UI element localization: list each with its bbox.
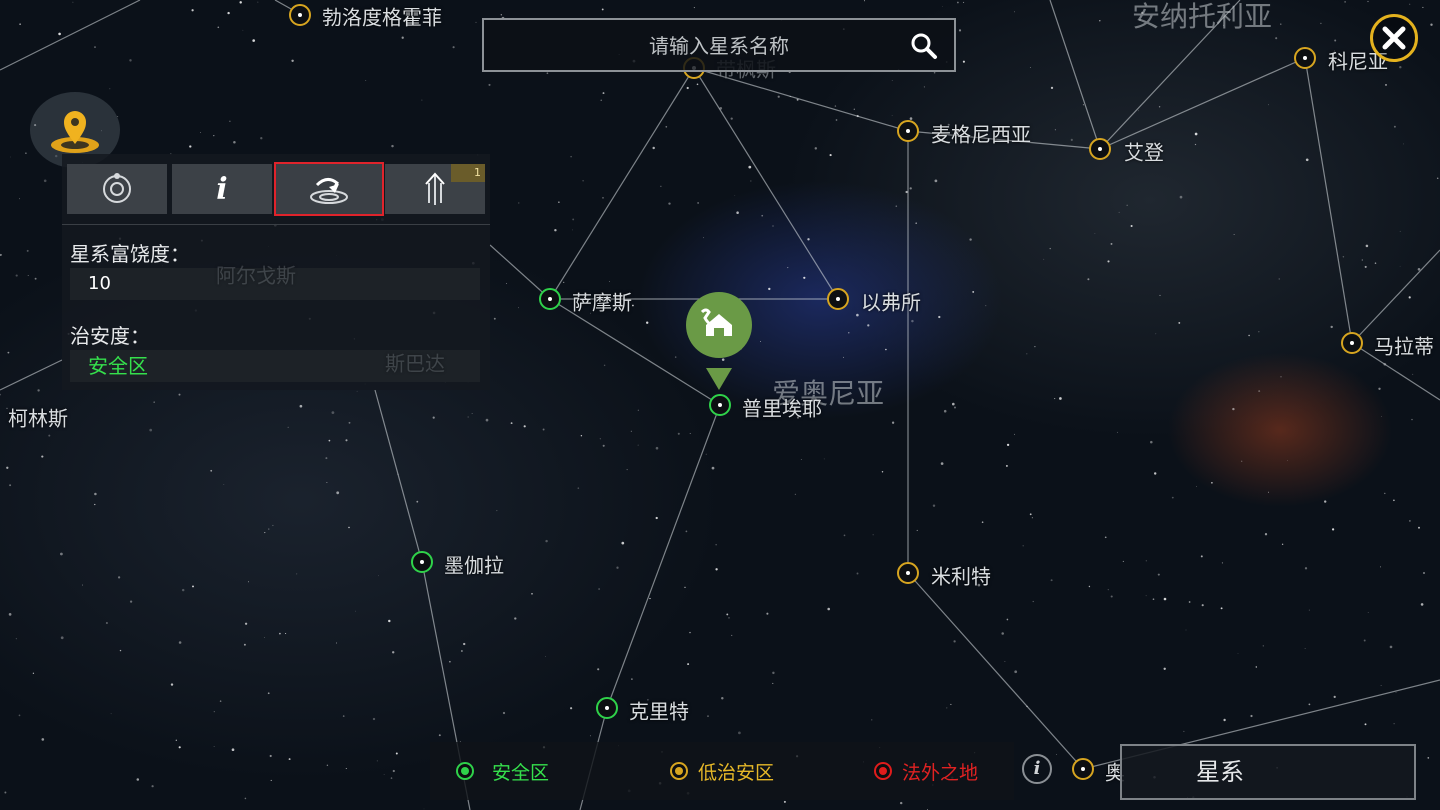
orbit-icon	[103, 173, 131, 203]
system-node-milite[interactable]	[897, 562, 919, 584]
system-label-aergesi[interactable]: 阿尔戈斯	[216, 260, 296, 289]
system-label-aideng[interactable]: 艾登	[1124, 137, 1164, 166]
system-node-bolodugehuofei[interactable]	[289, 4, 311, 26]
galaxy-button[interactable]: 星系	[1120, 744, 1416, 800]
system-node-ao[interactable]	[1072, 758, 1094, 780]
legend-low-label: 低治安区	[698, 761, 775, 784]
legend-safe: 安全区	[456, 742, 549, 800]
warp-icon	[310, 178, 348, 204]
system-label-yifusuo[interactable]: 以弗所	[861, 287, 921, 316]
system-label-maigenixiya[interactable]: 麦格尼西亚	[931, 119, 1031, 148]
system-label-sibada[interactable]: 斯巴达	[385, 348, 445, 377]
system-node-yifusuo[interactable]	[827, 288, 849, 310]
system-node-kelite[interactable]	[596, 697, 618, 719]
system-label-pulieyuan[interactable]: 普里埃耶	[742, 393, 822, 422]
system-node-keniya[interactable]	[1294, 47, 1316, 69]
system-node-malati[interactable]	[1341, 332, 1363, 354]
system-label-samosi[interactable]: 萨摩斯	[572, 287, 632, 316]
info-icon: i	[216, 171, 228, 207]
info-icon: i	[1033, 758, 1041, 779]
region-label-anatolia: 安纳托利亚	[1132, 0, 1273, 33]
jump-icon	[425, 172, 445, 205]
safe-dot-icon	[456, 762, 474, 780]
system-node-aideng[interactable]	[1089, 138, 1111, 160]
legend-low: 低治安区	[670, 742, 774, 800]
jump-badge: 1	[451, 164, 485, 182]
security-legend: 安全区 低治安区 法外之地	[430, 742, 1014, 800]
low-security-dot-icon	[670, 762, 688, 780]
richness-label: 星系富饶度：	[70, 242, 190, 266]
divider	[62, 224, 490, 225]
lawless-dot-icon	[874, 762, 892, 780]
tab-jump[interactable]: 1	[385, 164, 485, 214]
system-label-malati[interactable]: 马拉蒂	[1374, 331, 1434, 360]
home-icon	[686, 292, 752, 390]
system-label-mojiala[interactable]: 墨伽拉	[444, 550, 504, 579]
search-input[interactable]: 请输入星系名称	[484, 20, 894, 70]
tab-warp[interactable]	[274, 162, 384, 216]
system-node-mojiala[interactable]	[411, 551, 433, 573]
close-icon	[1382, 26, 1406, 50]
system-label-milite[interactable]: 米利特	[931, 561, 991, 590]
security-label: 治安度：	[70, 324, 150, 348]
system-label-bolodugehuofei[interactable]: 勃洛度格霍菲	[322, 2, 442, 31]
system-label-kelinsi[interactable]: 柯林斯	[8, 403, 68, 432]
tab-info[interactable]: i	[172, 164, 272, 214]
home-location-marker[interactable]	[684, 292, 754, 400]
search-bar[interactable]: 请输入星系名称	[482, 18, 956, 72]
legend-info-button[interactable]: i	[1022, 754, 1052, 784]
legend-safe-label: 安全区	[492, 761, 550, 784]
system-node-samosi[interactable]	[539, 288, 561, 310]
tab-orbit[interactable]	[67, 164, 167, 214]
close-button[interactable]	[1370, 14, 1418, 62]
legend-lawless: 法外之地	[874, 742, 978, 800]
legend-lawless-label: 法外之地	[902, 761, 979, 784]
system-label-kelite[interactable]: 克里特	[629, 696, 689, 725]
search-icon[interactable]	[910, 32, 938, 60]
system-node-maigenixiya[interactable]	[897, 120, 919, 142]
